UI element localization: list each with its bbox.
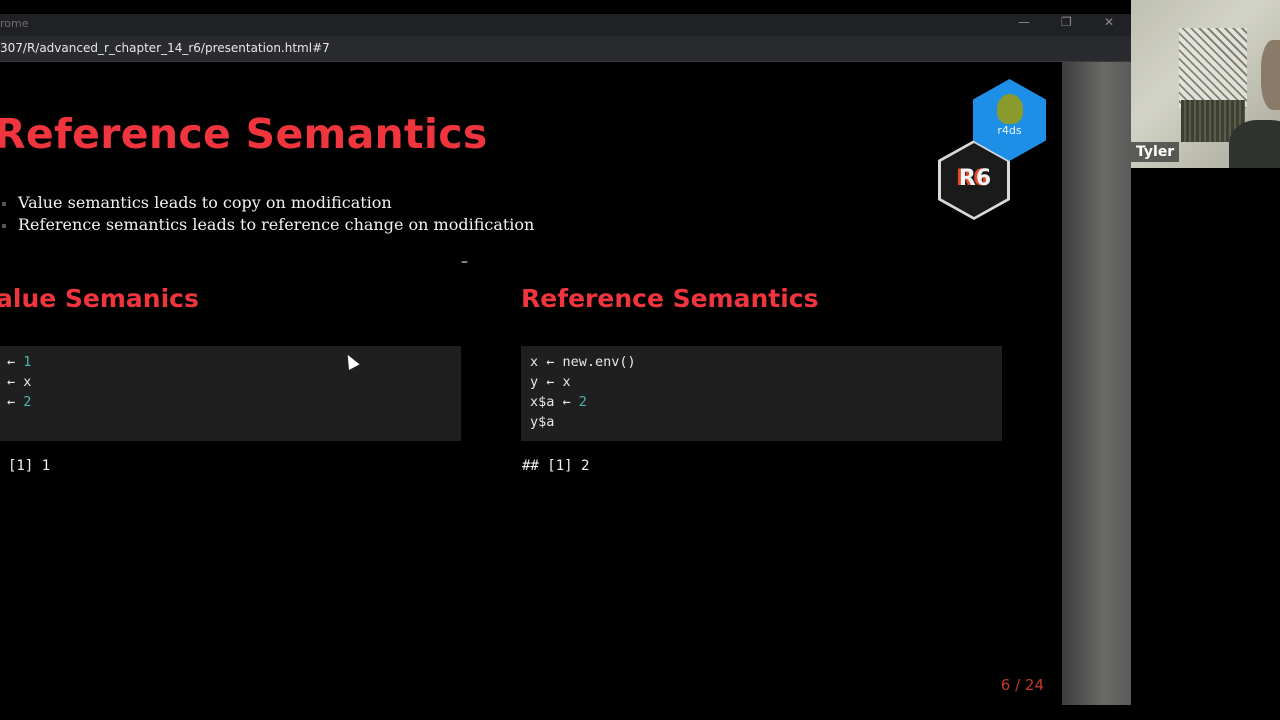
window-title: rome	[0, 17, 29, 30]
address-bar[interactable]: 307/R/advanced_r_chapter_14_r6/presentat…	[0, 36, 1131, 62]
participant-head	[1261, 40, 1280, 110]
value-output: [1] 1	[8, 458, 51, 474]
bullet-item: Reference semantics leads to reference c…	[0, 214, 534, 236]
wall-hanging	[1179, 28, 1247, 108]
code-line: ← x	[7, 374, 32, 390]
participant-video[interactable]: Tyler	[1131, 0, 1280, 168]
text-cursor: –	[461, 254, 468, 270]
side-panel	[1062, 62, 1131, 705]
bullet-item: Value semantics leads to copy on modific…	[0, 192, 534, 214]
bird-icon	[997, 94, 1023, 124]
reference-output: ## [1] 2	[522, 458, 590, 474]
code-line: ← 2	[7, 394, 32, 410]
value-code-block: ← 1 ← x ← 2	[0, 346, 461, 441]
r6-logo-text: R6	[958, 166, 992, 191]
code-line: x$a ← 2	[530, 394, 587, 410]
page-number: 6 / 24	[1000, 676, 1044, 694]
value-semantics-heading: alue Semanics	[0, 284, 199, 313]
presentation-slide: Reference Semantics Value semantics lead…	[0, 62, 1062, 705]
close-icon[interactable]: ✕	[1104, 15, 1114, 29]
participant-body	[1229, 120, 1280, 168]
code-line: y$a	[530, 414, 555, 430]
browser-titlebar: rome — ❐ ✕	[0, 14, 1131, 36]
code-line: y ← x	[530, 374, 571, 390]
reference-code-block: x ← new.env() y ← x x$a ← 2 y$a	[521, 346, 1002, 441]
reference-semantics-heading: Reference Semantics	[521, 284, 819, 313]
code-line: x ← new.env()	[530, 354, 636, 370]
restore-icon[interactable]: ❐	[1061, 15, 1072, 29]
bullet-list: Value semantics leads to copy on modific…	[0, 192, 534, 236]
r4ds-logo-text: r4ds	[997, 124, 1022, 137]
participant-name: Tyler	[1131, 142, 1180, 162]
slide-title: Reference Semantics	[0, 110, 488, 158]
bottom-bar	[0, 705, 1280, 720]
code-line: ← 1	[7, 354, 32, 370]
url-text: 307/R/advanced_r_chapter_14_r6/presentat…	[0, 41, 330, 55]
minimize-icon[interactable]: —	[1018, 15, 1030, 29]
